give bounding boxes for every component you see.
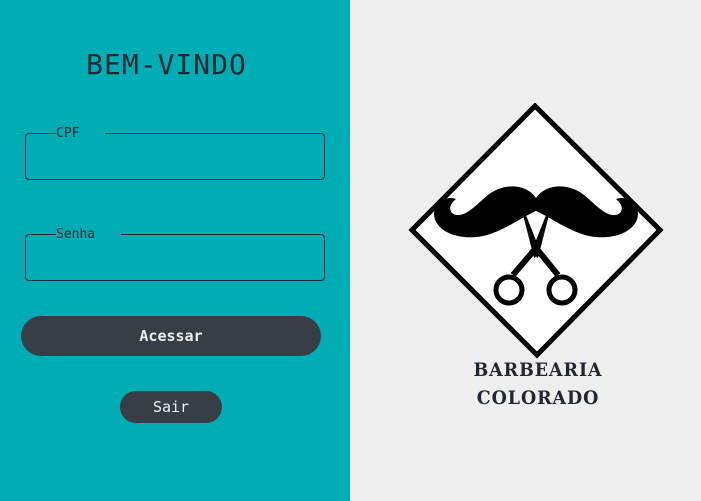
acessar-button[interactable]: Acessar (21, 316, 321, 356)
brand-panel: BARBEARIA COLORADO (350, 0, 701, 501)
senha-field[interactable]: Senha (25, 227, 325, 281)
cpf-input[interactable] (34, 149, 316, 175)
senha-label: Senha (56, 227, 96, 242)
page-title: BEM-VINDO (86, 48, 247, 81)
cpf-label: CPF (56, 126, 80, 141)
brand-name-line1: BARBEARIA (473, 359, 603, 381)
senha-input[interactable] (34, 250, 316, 276)
login-panel: BEM-VINDO CPF Senha Acessar Sair (0, 0, 350, 501)
sair-button[interactable]: Sair (120, 391, 222, 423)
mustache-scissors-icon (408, 103, 664, 359)
brand-name-line2: COLORADO (476, 387, 600, 409)
cpf-field[interactable]: CPF (25, 126, 325, 180)
